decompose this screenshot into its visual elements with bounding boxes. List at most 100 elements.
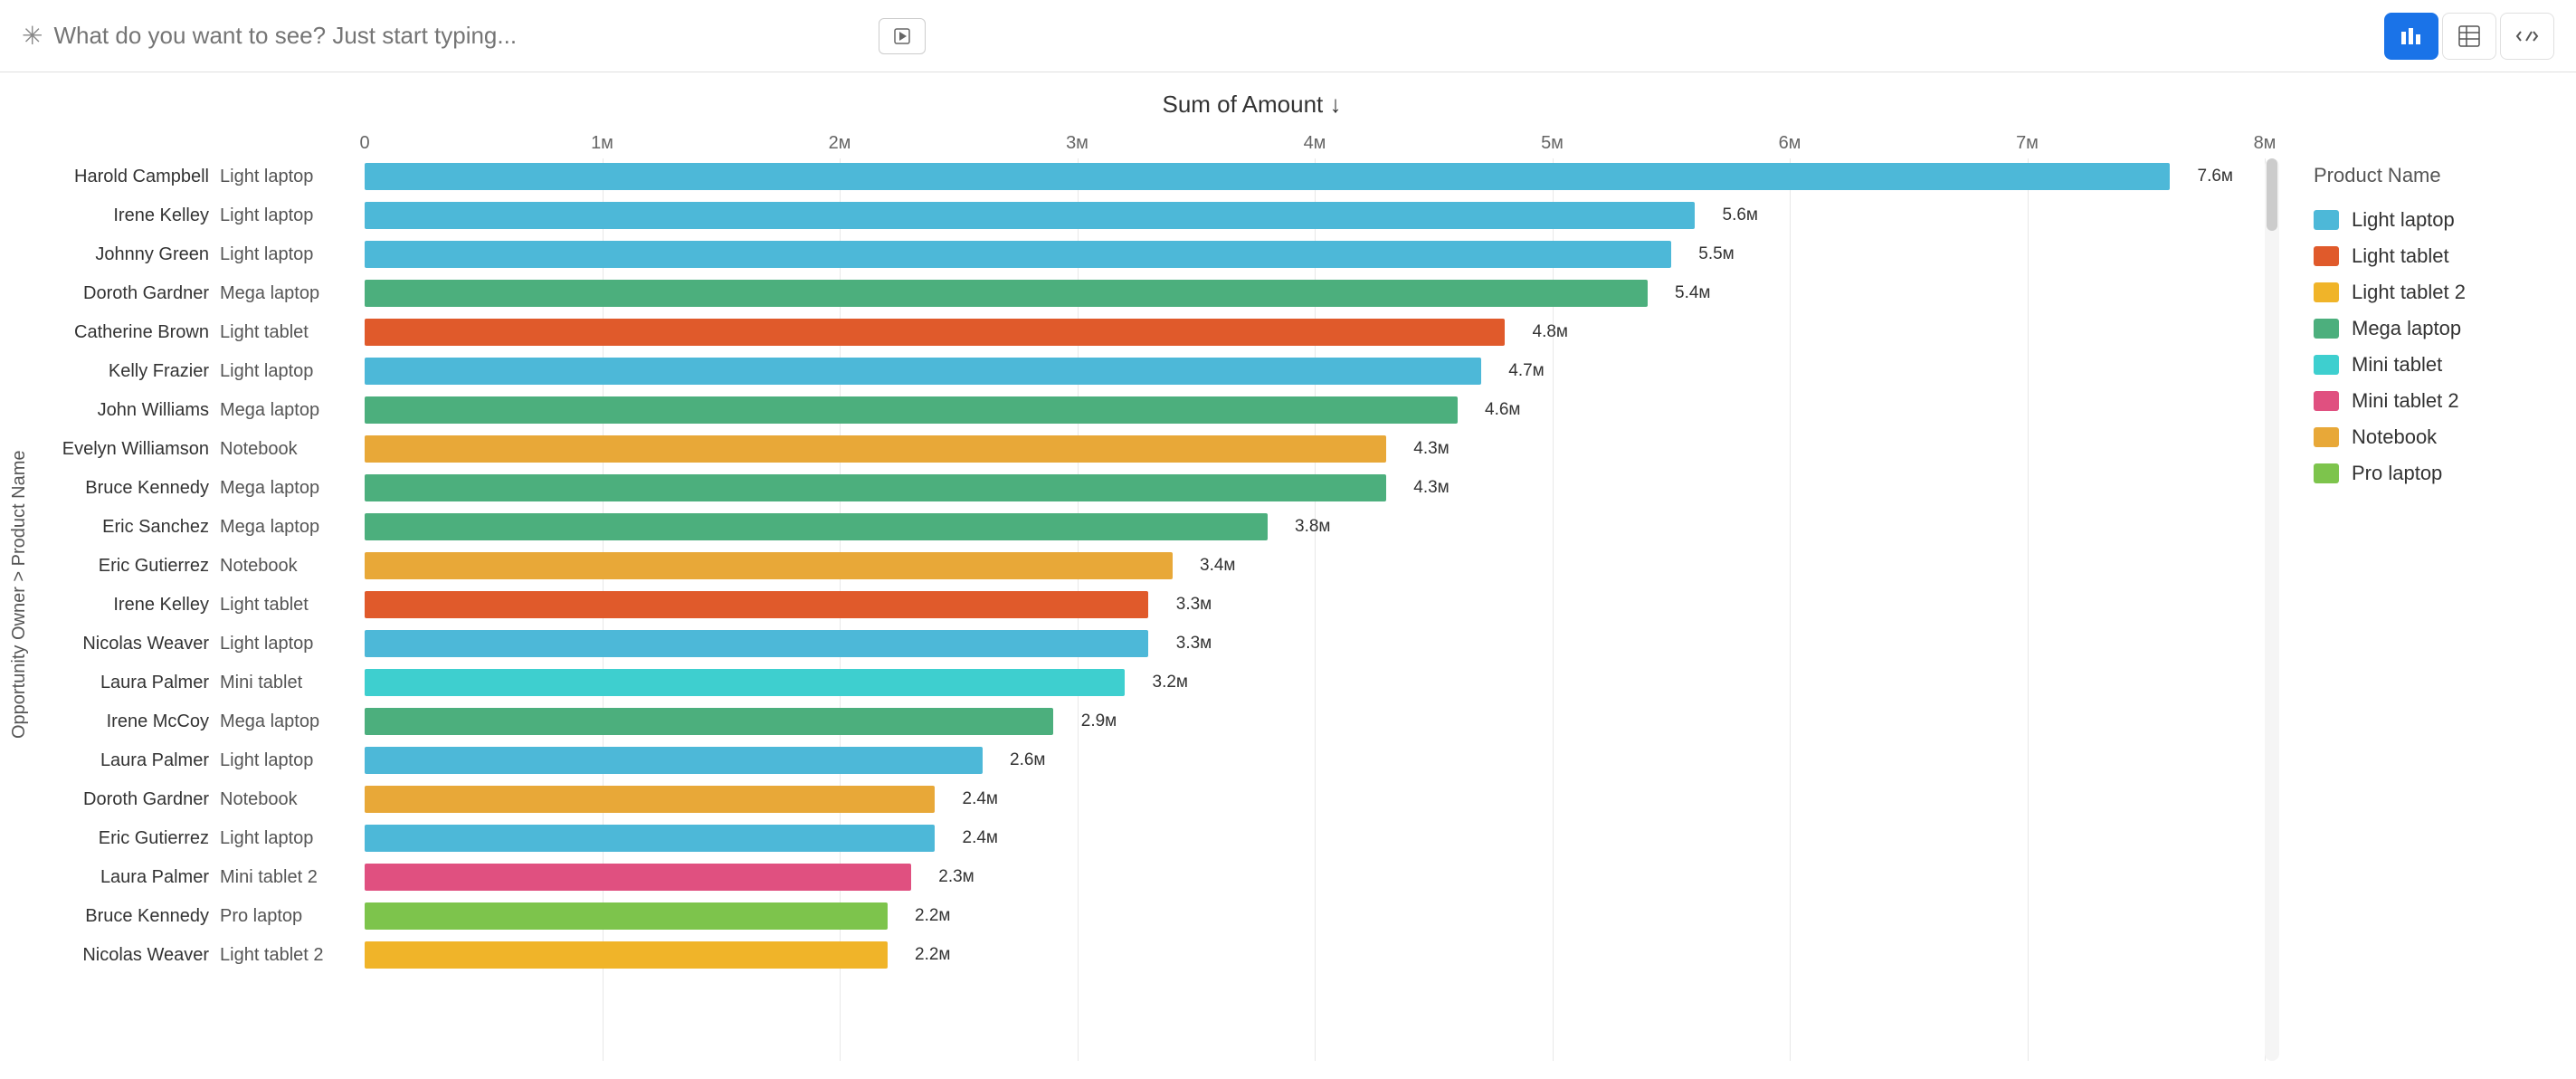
chart-view-button[interactable] (2384, 13, 2438, 60)
label-row: Doroth GardnerMega laptop (39, 275, 365, 311)
bar-owner-name: Laura Palmer (39, 673, 220, 693)
bar[interactable]: 2.2м (365, 941, 888, 969)
bar-row: 3.3м (365, 625, 2265, 662)
star-icon: ✳ (22, 21, 43, 51)
bar-value-label: 4.8м (1533, 322, 1568, 342)
bar[interactable]: 3.2м (365, 669, 1125, 696)
legend-item-label: Light laptop (2352, 208, 2455, 232)
bar[interactable]: 5.6м (365, 202, 1695, 229)
search-input[interactable] (53, 22, 868, 50)
legend-color-swatch (2314, 355, 2339, 375)
bar-owner-name: Irene Kelley (39, 595, 220, 616)
bar[interactable]: 5.4м (365, 280, 1648, 307)
label-row: Eric GutierrezLight laptop (39, 820, 365, 856)
bar-product-name: Mega laptop (220, 478, 365, 499)
legend-item: Light laptop (2314, 202, 2558, 238)
bar-value-label: 5.6м (1723, 205, 1758, 225)
chart-container: Sum of Amount ↓ Opportunity Owner > Prod… (0, 72, 2576, 1079)
bar-product-name: Mega laptop (220, 400, 365, 421)
bar-product-name: Mini tablet (220, 673, 365, 693)
bar[interactable]: 4.6м (365, 396, 1458, 424)
bar-owner-name: Johnny Green (39, 244, 220, 265)
y-axis-label: Opportunity Owner > Product Name (0, 128, 39, 1061)
bar-owner-name: Laura Palmer (39, 867, 220, 888)
label-row: Irene McCoyMega laptop (39, 703, 365, 740)
bar[interactable]: 3.4м (365, 552, 1173, 579)
bar-value-label: 2.6м (1010, 750, 1045, 770)
bar-product-name: Notebook (220, 439, 365, 460)
bar-chart-icon (2400, 24, 2423, 48)
x-axis-ticks: 01м2м3м4м5м6м7м8м (365, 128, 2265, 158)
bar[interactable]: 4.8м (365, 319, 1505, 346)
bar-product-name: Light tablet 2 (220, 945, 365, 966)
bar-product-name: Mini tablet 2 (220, 867, 365, 888)
bar[interactable]: 2.9м (365, 708, 1053, 735)
bar[interactable]: 2.4м (365, 786, 935, 813)
label-row: Johnny GreenLight laptop (39, 236, 365, 272)
x-tick-label: 7м (2016, 133, 2039, 154)
bar-row: 4.7м (365, 353, 2265, 389)
bar-value-label: 2.4м (963, 828, 998, 848)
bar-row: 4.8м (365, 314, 2265, 350)
bar-owner-name: Doroth Gardner (39, 283, 220, 304)
bar-value-label: 2.2м (915, 906, 950, 926)
bar[interactable]: 2.2м (365, 902, 888, 930)
bar-owner-name: Nicolas Weaver (39, 634, 220, 654)
legend-color-swatch (2314, 463, 2339, 483)
bar[interactable]: 3.3м (365, 630, 1148, 657)
bar-value-label: 4.3м (1413, 439, 1449, 459)
bar-row: 2.9м (365, 703, 2265, 740)
bar-product-name: Light laptop (220, 634, 365, 654)
bar[interactable]: 4.7м (365, 358, 1481, 385)
bar[interactable]: 2.6м (365, 747, 983, 774)
bar-row: 5.5м (365, 236, 2265, 272)
bar-owner-name: John Williams (39, 400, 220, 421)
bar-owner-name: Irene McCoy (39, 711, 220, 732)
x-tick-label: 1м (591, 133, 613, 154)
bar-row: 3.2м (365, 664, 2265, 701)
bar-product-name: Light tablet (220, 322, 365, 343)
legend-item-label: Mini tablet (2352, 353, 2442, 377)
bar[interactable]: 4.3м (365, 435, 1386, 463)
bar-product-name: Notebook (220, 789, 365, 810)
bar[interactable]: 2.4м (365, 825, 935, 852)
bar-value-label: 3.8м (1295, 517, 1330, 537)
chart-title: Sum of Amount ↓ (0, 91, 2576, 119)
bar-value-label: 3.2м (1153, 673, 1188, 692)
label-row: John WilliamsMega laptop (39, 392, 365, 428)
bar-row: 5.4м (365, 275, 2265, 311)
label-row: Doroth GardnerNotebook (39, 781, 365, 817)
bars-area: 01м2м3м4м5м6м7м8м 7.6м5.6м5.5м5.4м4.8м4.… (365, 128, 2265, 1061)
bar[interactable]: 2.3м (365, 864, 911, 891)
legend-item: Mini tablet (2314, 347, 2558, 383)
bar[interactable]: 5.5м (365, 241, 1671, 268)
bar-owner-name: Laura Palmer (39, 750, 220, 771)
bar-row: 2.4м (365, 820, 2265, 856)
bar-product-name: Light laptop (220, 205, 365, 226)
bar-product-name: Light tablet (220, 595, 365, 616)
bar[interactable]: 4.3м (365, 474, 1386, 501)
bar[interactable]: 3.3м (365, 591, 1148, 618)
scrollbar[interactable] (2265, 158, 2279, 1061)
bar-row: 2.4м (365, 781, 2265, 817)
legend-item-label: Notebook (2352, 425, 2437, 449)
table-view-button[interactable] (2442, 13, 2496, 60)
play-button[interactable] (879, 18, 926, 54)
x-tick-label: 4м (1304, 133, 1326, 154)
bar[interactable]: 3.8м (365, 513, 1268, 540)
bar-owner-name: Doroth Gardner (39, 789, 220, 810)
bar-product-name: Mega laptop (220, 517, 365, 538)
chart-main: Opportunity Owner > Product Name Harold … (0, 128, 2576, 1061)
x-tick-label: 2м (829, 133, 851, 154)
table-icon (2457, 24, 2481, 48)
legend-color-swatch (2314, 427, 2339, 447)
bar-product-name: Light laptop (220, 361, 365, 382)
bar-product-name: Mega laptop (220, 283, 365, 304)
bar-product-name: Notebook (220, 556, 365, 577)
code-view-button[interactable] (2500, 13, 2554, 60)
scrollbar-thumb[interactable] (2267, 158, 2277, 231)
bar-product-name: Pro laptop (220, 906, 365, 927)
label-row: Eric SanchezMega laptop (39, 509, 365, 545)
bar[interactable]: 7.6м (365, 163, 2170, 190)
bar-row: 2.2м (365, 937, 2265, 973)
